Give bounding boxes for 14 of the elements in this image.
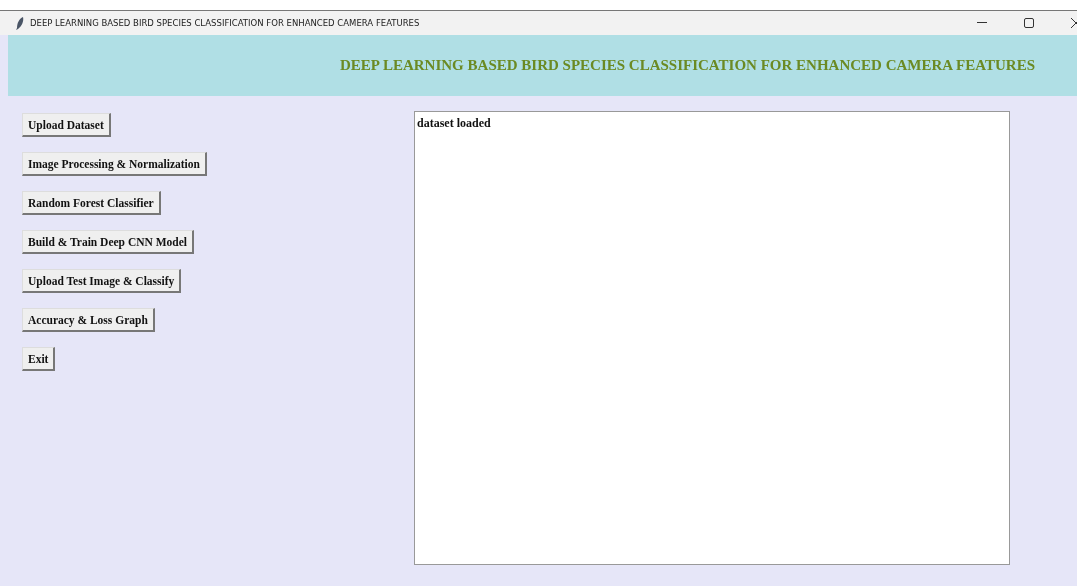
action-button[interactable]: Accuracy & Loss Graph	[22, 308, 155, 332]
window-title: DEEP LEARNING BASED BIRD SPECIES CLASSIFICATION FOR ENHANCED CAMERA FEATURES	[30, 18, 420, 28]
app-title: DEEP LEARNING BASED BIRD SPECIES CLASSIFICATION FOR ENHANCED CAMERA FEATURES	[340, 57, 1035, 74]
action-button[interactable]: Random Forest Classifier	[22, 191, 161, 215]
feather-icon	[16, 16, 24, 30]
output-text: dataset loaded	[417, 116, 491, 130]
close-icon[interactable]	[1071, 18, 1077, 28]
action-button[interactable]: Upload Test Image & Classify	[22, 269, 182, 293]
maximize-icon[interactable]	[1024, 18, 1034, 28]
action-button[interactable]: Image Processing & Normalization	[22, 152, 207, 176]
action-button[interactable]: Build & Train Deep CNN Model	[22, 230, 194, 254]
minimize-icon[interactable]	[977, 22, 987, 24]
action-button[interactable]: Exit	[22, 347, 56, 371]
action-button[interactable]: Upload Dataset	[22, 113, 111, 137]
